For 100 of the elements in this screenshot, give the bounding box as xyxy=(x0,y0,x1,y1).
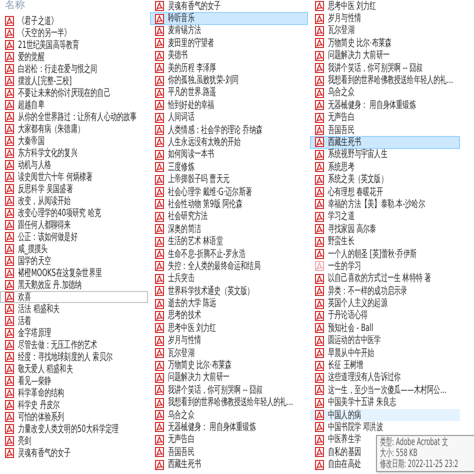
file-name: 科学史 丹皮尔 xyxy=(18,400,60,410)
file-name: 平凡的世界.路遥 xyxy=(168,87,216,98)
file-name: 恰到好处的幸福 xyxy=(168,100,214,111)
file-name: 尽管去做：无压工作的艺术 xyxy=(18,340,98,350)
file-name: 跟任何人都聊得来 xyxy=(18,220,71,230)
file-name: 灵魂有香气的女子 xyxy=(18,448,71,458)
file-name: 深奥的简洁 xyxy=(168,224,201,235)
file-name: 看见—柴静 xyxy=(18,376,51,386)
file-name: 美德书 xyxy=(168,50,188,62)
file-name: 活法 稻盛和夫 xyxy=(18,304,60,314)
file-name: 科学革命的结构 xyxy=(18,388,64,398)
file-name: 金字塔原理 xyxy=(18,328,51,338)
file-name: 麦田里的守望者 xyxy=(168,38,214,49)
file-name: 公正：该如何做是好 xyxy=(18,232,78,242)
file-name: 读史阅世六十年 何炳棣著 xyxy=(18,172,93,182)
file-name: 人间词话 xyxy=(168,112,194,124)
file-name: 岁月与性情 xyxy=(168,335,201,346)
file-name: 思考中医 刘力红 xyxy=(168,322,216,334)
file-name: 你的孤独,虽败犹荣-刘同 xyxy=(168,75,238,86)
file-name: 摆渡人[完整-三校] xyxy=(18,76,72,86)
file-name: 我想看到的世界哈佛教授送给年轻人的礼... xyxy=(168,397,294,408)
file-name: 一个人的朝圣 [英]蕾秋·乔伊斯 xyxy=(328,248,417,260)
file-name: 中国人的病 xyxy=(328,410,361,421)
file-name: 系统之美（英文版） xyxy=(328,174,388,186)
file-name: 《天空的另一半》 xyxy=(18,28,71,38)
file-name: 聆听音乐 xyxy=(168,13,194,24)
file-name: 心有理想 春暖花开 xyxy=(328,186,383,198)
file-name: 如何阅读一本书 xyxy=(168,149,214,160)
file-name: 中国美学十五讲 朱良志 xyxy=(328,397,396,408)
file-name: 世界科学技术通史（英文版） xyxy=(168,286,254,297)
file-name: 中国书院学 邓洪波 xyxy=(328,422,383,433)
file-name: 圆运动的古中医学 xyxy=(328,335,381,346)
file-name: 21世纪美国高等教育 xyxy=(18,40,80,50)
file-name: 不要让未来的你讨厌现在的自己 xyxy=(18,88,110,98)
file-name: 异类：不一样的成功启示录 xyxy=(328,286,408,297)
file-name: 瓦尔登湖 xyxy=(328,25,354,36)
file-name: 问题解决力 大前研一 xyxy=(328,50,390,62)
file-name: 经度：寻找地球刻度的人 索贝尔 xyxy=(18,352,112,362)
file-name: 瓦尔登湖 xyxy=(168,348,194,359)
file-name: 自私的基因 xyxy=(328,446,361,458)
file-name: 反思科学 吴国盛著 xyxy=(18,184,73,194)
file-name: 大家都有病（朱德庸） xyxy=(18,124,84,134)
file-name: 改变心理学的40项研究 哈克 xyxy=(18,208,102,218)
file-name: 这一生，至少当一次傻瓜——木村阿公... xyxy=(328,384,446,396)
file-name: 上帝掷骰子吗 曹天元 xyxy=(168,174,230,186)
file-name: 我讲个笑话，你可别哭啊 -- 囧叔 xyxy=(168,384,263,396)
file-name: 一生的学习 xyxy=(328,260,361,272)
file-name: 问题解决力 大前研一 xyxy=(168,372,230,384)
file-name: 英国个人主义的起源 xyxy=(328,298,388,310)
file-name: 人生永远没有太晚的开始 xyxy=(168,137,241,148)
tooltip-text: 大小: 558 KB xyxy=(380,448,418,459)
file-name: 国学的天空 xyxy=(18,256,51,266)
file-name: 人类情感：社会学的理论 乔纳森 xyxy=(168,124,262,136)
file-name: 改变，从阅读开始 xyxy=(18,196,71,206)
file-name: 万物简史 比尔·布莱森 xyxy=(328,38,392,49)
file-name: 中医养生学 xyxy=(328,434,361,446)
file-name: 动机与人格 xyxy=(18,160,51,170)
file-name: 白岩松：行走在爱与恨之间 xyxy=(18,64,98,74)
file-name: 亮剑 xyxy=(18,436,32,446)
file-name: 黑天鹅效应 丹.加德纳 xyxy=(18,280,82,290)
file-name: 吾国吾民 xyxy=(168,446,194,458)
file-name: 万物简史 比尔·布莱森 xyxy=(168,360,232,372)
file-name: 生活的艺术 林语堂 xyxy=(168,236,223,248)
file-name: 幸福的方法【美】泰勒.本-沙哈尔 xyxy=(328,198,425,210)
file-name: 无器械健身： 用自身体重锻炼 xyxy=(328,100,416,111)
file-name: 欢喜 xyxy=(18,292,32,302)
file-name: 这些道理没有人告诉过你 xyxy=(328,372,401,384)
file-name: 活着 xyxy=(18,316,32,326)
tooltip-text: 修改日期: 2022-11-25 23:2 xyxy=(380,459,458,470)
file-name: 失控：全人类的最终命运和结局 xyxy=(168,260,260,272)
file-name: 寻找家园 高尔泰 xyxy=(328,224,376,235)
file-name: 岁月与性情 xyxy=(328,13,361,24)
file-name: 我讲个笑话，你可别哭啊 -- 囧叔 xyxy=(328,62,423,74)
file-name: 系统思考 xyxy=(328,162,354,173)
file-name: 三度修炼 xyxy=(168,162,194,173)
file-name: 敬天爱人 稻盛和夫 xyxy=(18,364,73,374)
file-name: 逝去的大学 陈远 xyxy=(168,298,216,310)
file-name: 吾国吾民 xyxy=(328,124,354,136)
file-name: 乌合之众 xyxy=(168,410,194,421)
file-name: 于丹论语心得 xyxy=(328,310,368,322)
file-name: 乌合之众 xyxy=(328,87,354,98)
file-name: 从你的全世界路过：让所有人心动的故事 xyxy=(18,112,137,122)
file-name: 咸_摸摸头 xyxy=(18,244,48,254)
file-name: 自由在高处 xyxy=(328,459,361,470)
file-name: 系统视野与宇宙人生 xyxy=(328,149,388,160)
file-name: 可怕的体验系列 xyxy=(18,412,64,422)
file-name: 麦肯锡方法 xyxy=(168,25,201,36)
file-name: 野蛮生长 xyxy=(328,236,354,248)
file-name: 生命不息-折腾不止-罗永浩 xyxy=(168,248,246,260)
file-name: 无声告白 xyxy=(328,112,354,124)
file-name: 长征 王树增 xyxy=(328,360,364,372)
file-name: 褚橙MOOKS在这复杂世界里 xyxy=(18,268,102,278)
file-name: 学习之道 xyxy=(328,211,354,222)
file-name: 无声告白 xyxy=(168,434,194,446)
file-name: 西藏生死书 xyxy=(168,459,201,470)
file-name: 力量改变人类文明的50大科学定理 xyxy=(18,424,119,434)
file-name: 东方科学文化的复兴 xyxy=(18,148,78,158)
file-name: 社会研究方法 xyxy=(168,211,208,222)
file-name: 早晨从中午开始 xyxy=(328,348,374,359)
file-name: 社会性动物 第9版 阿伦森 xyxy=(168,198,242,210)
